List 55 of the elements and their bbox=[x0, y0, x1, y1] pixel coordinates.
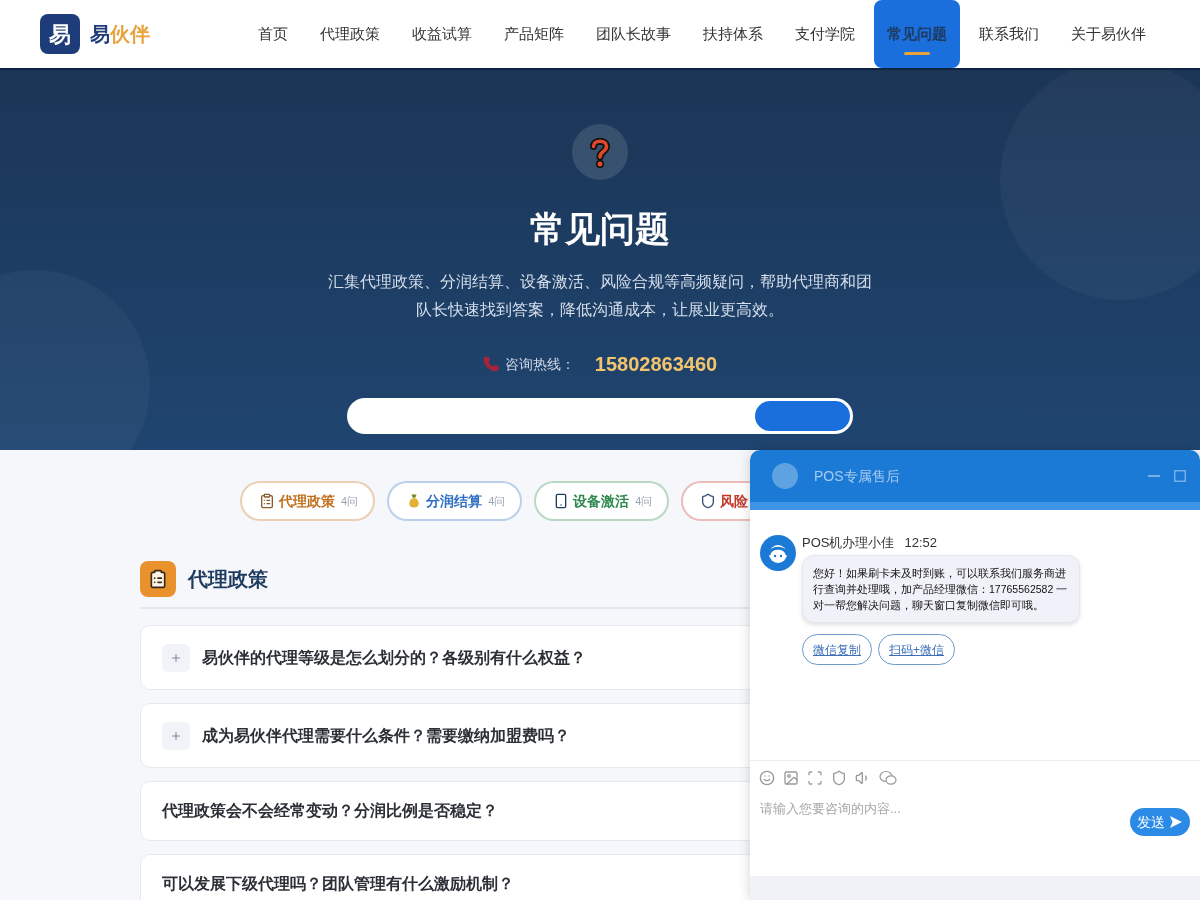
plus-icon bbox=[170, 651, 182, 664]
avatar-icon bbox=[772, 463, 798, 489]
search-field[interactable] bbox=[347, 398, 853, 434]
category-chip[interactable]: 分润结算 4问 bbox=[387, 481, 523, 521]
page-title: 常见问题 bbox=[530, 208, 670, 249]
avatar-icon bbox=[760, 535, 796, 571]
expand-button[interactable] bbox=[162, 643, 190, 672]
section-title: 代理政策 bbox=[188, 567, 268, 592]
nav-link[interactable]: 产品矩阵 bbox=[491, 0, 577, 68]
fullscreen-icon[interactable] bbox=[807, 770, 823, 786]
emoji-icon[interactable] bbox=[759, 770, 775, 786]
shield-icon bbox=[700, 493, 717, 509]
nav-link[interactable]: 收益试算 bbox=[399, 0, 485, 68]
faq-question: 易伙伴的代理等级是怎么划分的？各级别有什么权益？ bbox=[202, 647, 586, 668]
page-description: 汇集代理政策、分润结算、设备激活、风险合规等高频疑问，帮助代理商和团队长快速找到答案，降低沟通成本，让展业更高效。 bbox=[327, 272, 873, 320]
category-label: 设备激活 bbox=[573, 491, 630, 511]
brand-name[interactable]: 易伙伴 bbox=[90, 19, 150, 49]
clipboard-icon bbox=[140, 561, 176, 597]
question-mark-icon bbox=[572, 124, 628, 180]
maximize-icon[interactable] bbox=[1174, 470, 1186, 482]
shield-icon[interactable] bbox=[831, 770, 847, 786]
phone-icon bbox=[482, 356, 499, 372]
message-bubble: 您好！如果刷卡未及时到账，可以联系我们服务商进行查询并处理哦，加产品经理微信：17765562582 一对一帮您解决问题，聊天窗口复制微信即可哦。 bbox=[802, 555, 1080, 623]
nav-link[interactable]: 团队长故事 bbox=[583, 0, 684, 68]
question-count: 4问 bbox=[341, 493, 359, 509]
nav-link[interactable]: 联系我们 bbox=[966, 0, 1052, 68]
hotline-label: 咨询热线： bbox=[504, 354, 575, 374]
chat-title: POS专属售后 bbox=[814, 466, 900, 486]
category-chip[interactable]: 代理政策 4问 bbox=[240, 481, 376, 521]
nav-link[interactable]: 首页 bbox=[245, 0, 301, 68]
agent-name: POS机办理小佳 bbox=[802, 534, 895, 553]
send-button[interactable]: 发送 bbox=[1130, 808, 1190, 836]
logo-mark[interactable]: 易 bbox=[40, 14, 80, 54]
category-label: 风险 bbox=[720, 491, 749, 511]
question-count: 4问 bbox=[635, 493, 653, 509]
send-icon bbox=[1169, 815, 1183, 829]
clipboard-icon bbox=[259, 493, 275, 509]
category-chip[interactable]: 设备激活 4问 bbox=[534, 481, 670, 521]
nav-link[interactable]: 支付学院 bbox=[782, 0, 868, 68]
category-label: 分润结算 bbox=[426, 491, 483, 511]
faq-question: 代理政策会不会经常变动？分润比例是否稳定？ bbox=[162, 801, 498, 821]
nav-link[interactable]: 代理政策 bbox=[307, 0, 393, 68]
faq-question: 成为易伙伴代理需要什么条件？需要缴纳加盟费吗？ bbox=[202, 725, 570, 746]
search-button[interactable] bbox=[755, 401, 850, 431]
image-icon[interactable] bbox=[783, 770, 799, 786]
nav-link[interactable]: 扶持体系 bbox=[690, 0, 776, 68]
question-count: 4问 bbox=[488, 493, 506, 509]
faq-question: 可以发展下级代理吗？团队管理有什么激励机制？ bbox=[162, 874, 514, 894]
hotline-number[interactable]: 15802863460 bbox=[594, 349, 718, 379]
message-time: 12:52 bbox=[904, 534, 937, 553]
plus-icon bbox=[170, 729, 182, 742]
expand-button[interactable] bbox=[162, 721, 190, 750]
category-label: 代理政策 bbox=[279, 491, 335, 511]
chat-bubbles-icon[interactable] bbox=[879, 770, 897, 786]
nav-link[interactable]: 关于易伙伴 bbox=[1058, 0, 1159, 68]
